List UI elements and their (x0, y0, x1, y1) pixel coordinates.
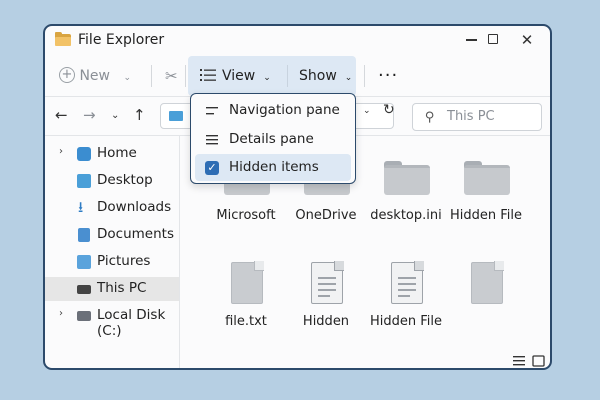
sidebar-item-documents[interactable]: Documents (45, 223, 179, 247)
file-item[interactable]: Hidden File (441, 161, 531, 231)
close-button[interactable]: ✕ (515, 29, 539, 51)
navigation-pane: › Home Desktop ⭳ Downloads Documents Pic… (45, 136, 180, 368)
command-bar: + New ⌄ ✂ View ⌄ Show ⌄ ··· (45, 56, 550, 96)
file-item[interactable]: file.txt (201, 261, 291, 332)
show-button[interactable]: Show ⌄ (299, 56, 352, 96)
new-button[interactable]: + New ⌄ (59, 56, 131, 96)
menu-item-navigation-pane[interactable]: Navigation pane (195, 97, 351, 124)
list-view-icon (200, 68, 216, 81)
plus-icon: + (59, 66, 75, 83)
file-item[interactable] (441, 261, 531, 332)
document-icon (391, 261, 424, 304)
view-toggles (513, 352, 547, 368)
documents-icon (78, 228, 90, 242)
navigation-pane-icon (206, 107, 218, 115)
blank-file-icon (231, 261, 264, 304)
maximize-button[interactable] (481, 29, 505, 51)
scissors-icon: ✂ (165, 67, 178, 85)
details-view-icon[interactable] (513, 355, 547, 367)
minimize-icon (465, 39, 477, 41)
arrow-up-icon: ↑ (133, 106, 146, 124)
file-item[interactable]: Hidden File (361, 261, 451, 332)
refresh-button[interactable]: ↻ (383, 102, 395, 118)
file-item[interactable]: Hidden (281, 261, 371, 332)
chevron-right-icon[interactable]: › (59, 146, 63, 157)
toolbar-separator (287, 65, 288, 87)
menu-item-hidden-items[interactable]: ✓ Hidden items (195, 154, 351, 181)
blank-file-icon (471, 261, 504, 304)
minimize-button[interactable] (459, 29, 483, 51)
toolbar-separator (364, 65, 365, 87)
disk-icon (77, 311, 91, 321)
more-icon: ··· (378, 65, 399, 86)
chevron-right-icon[interactable]: › (59, 308, 63, 319)
details-pane-icon (206, 135, 218, 145)
arrow-left-icon: ← (55, 106, 68, 124)
pictures-icon (77, 255, 91, 269)
sidebar-item-desktop[interactable]: Desktop (45, 169, 179, 193)
toolbar-separator (151, 65, 152, 87)
chevron-down-icon: ⌄ (344, 73, 353, 83)
back-button[interactable]: ← (55, 106, 68, 124)
new-label: New (79, 68, 110, 84)
chevron-down-icon: ⌄ (123, 73, 131, 83)
cut-button[interactable]: ✂ (165, 56, 178, 96)
refresh-icon: ↻ (383, 102, 395, 118)
sidebar-item-this-pc[interactable]: This PC (45, 277, 179, 301)
home-icon (77, 147, 91, 161)
more-options-button[interactable]: ··· (378, 56, 398, 96)
computer-icon (77, 285, 91, 294)
show-label: Show (299, 68, 337, 84)
folder-icon (464, 161, 510, 195)
title-bar: File Explorer ✕ (45, 26, 550, 56)
checkbox-checked-icon[interactable]: ✓ (205, 161, 219, 175)
address-dropdown-button[interactable]: ⌄ (363, 106, 371, 116)
menu-item-details-pane[interactable]: Details pane (195, 126, 351, 153)
file-item[interactable]: desktop.ini (361, 161, 451, 231)
sidebar-item-downloads[interactable]: ⭳ Downloads (45, 196, 179, 220)
folder-icon (55, 32, 71, 46)
folder-icon (169, 111, 183, 121)
sidebar-item-pictures[interactable]: Pictures (45, 250, 179, 274)
desktop-icon (77, 174, 91, 188)
document-icon (311, 261, 344, 304)
maximize-icon (488, 34, 498, 44)
view-button[interactable]: View ⌄ (200, 56, 271, 96)
up-button[interactable]: ↑ (133, 106, 146, 124)
chevron-down-icon: ⌄ (263, 73, 271, 83)
folder-icon (384, 161, 430, 195)
file-explorer-window: File Explorer ✕ + New ⌄ ✂ View ⌄ Show ⌄ (43, 24, 552, 370)
view-menu: Navigation pane Details pane ✓ Hidden it… (190, 93, 356, 184)
recent-locations-button[interactable]: ⌄ (111, 110, 119, 121)
view-label: View (222, 68, 256, 84)
close-icon: ✕ (520, 31, 534, 49)
search-input[interactable]: ⚲ This PC (412, 103, 542, 131)
search-placeholder: This PC (447, 109, 495, 124)
toolbar-separator (185, 65, 186, 87)
forward-button[interactable]: → (83, 106, 96, 124)
download-icon: ⭳ (78, 198, 84, 216)
arrow-right-icon: → (83, 106, 96, 124)
sidebar-item-local-disk[interactable]: › Local Disk (C:) (45, 304, 179, 339)
chevron-down-icon: ⌄ (111, 110, 120, 121)
sidebar-item-home[interactable]: › Home (45, 142, 179, 166)
search-icon: ⚲ (425, 110, 435, 125)
window-title: File Explorer (78, 32, 165, 48)
chevron-down-icon: ⌄ (363, 106, 371, 116)
